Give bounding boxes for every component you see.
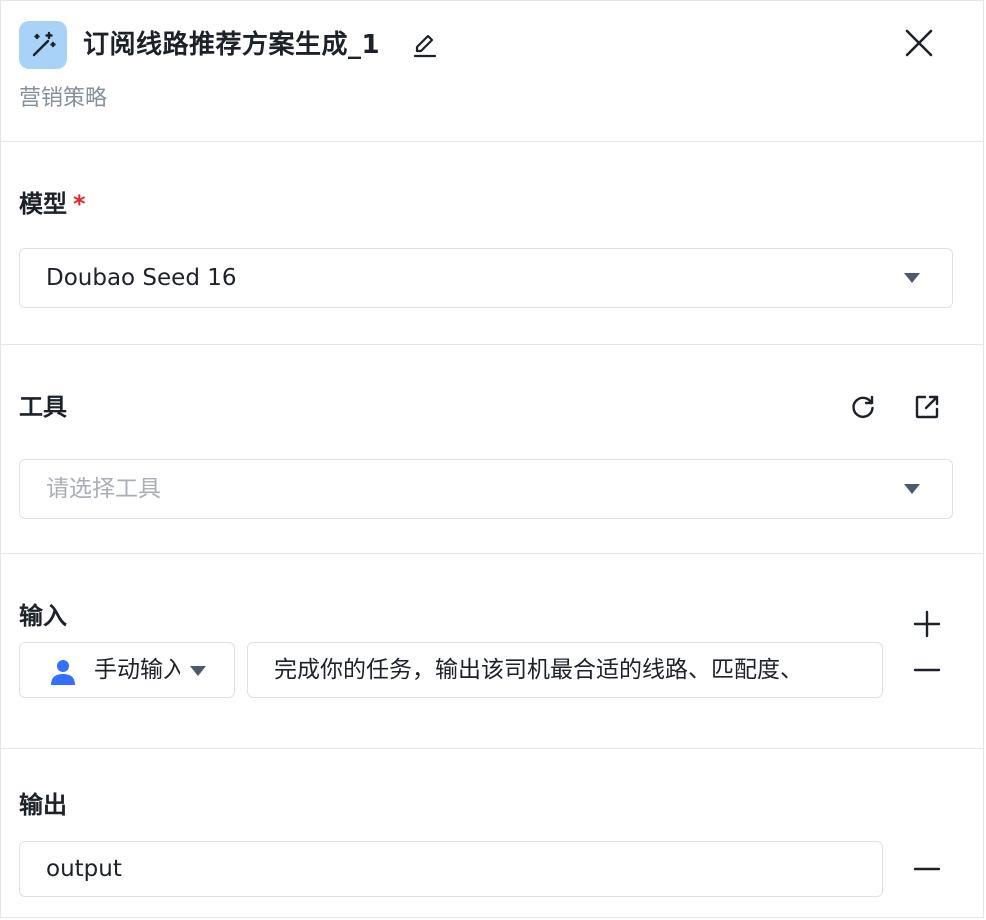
tools-section: 工具 请选择工具 <box>1 345 983 554</box>
tools-select[interactable]: 请选择工具 <box>19 459 953 519</box>
close-icon[interactable] <box>899 23 939 63</box>
input-label: 输入 <box>19 602 67 630</box>
model-label-text: 模型 <box>19 190 67 218</box>
required-mark: * <box>73 190 86 218</box>
remove-output-minus-icon[interactable] <box>911 853 943 885</box>
model-label: 模型 * <box>19 188 86 220</box>
caret-down-icon <box>904 273 920 283</box>
add-input-plus-icon[interactable] <box>911 608 943 640</box>
node-subtitle: 营销策略 <box>19 86 108 111</box>
output-name-text: output <box>46 856 122 882</box>
node-title: 订阅线路推荐方案生成_1 <box>83 30 381 60</box>
person-icon <box>51 660 75 685</box>
pencil-icon[interactable] <box>411 31 439 59</box>
input-source-value: 手动输入 <box>94 657 180 683</box>
input-value-field[interactable]: 完成你的任务，输出该司机最合适的线路、匹配度、 <box>247 642 883 698</box>
input-value-text: 完成你的任务，输出该司机最合适的线路、匹配度、 <box>274 657 803 683</box>
magic-wand-icon <box>19 21 67 69</box>
tools-select-placeholder: 请选择工具 <box>46 476 161 502</box>
input-source-select[interactable]: 手动输入 <box>19 642 235 698</box>
tools-label: 工具 <box>19 393 67 421</box>
node-config-panel: 订阅线路推荐方案生成_1 营销策略 模型* Doubao Seed 16 工具 <box>0 0 984 918</box>
output-label: 输出 <box>19 791 67 819</box>
model-section: 模型 * Doubao Seed 16 <box>1 142 983 345</box>
caret-down-icon <box>904 484 920 494</box>
model-select[interactable]: Doubao Seed 16 <box>19 248 953 308</box>
model-select-value: Doubao Seed 16 <box>46 265 237 291</box>
external-link-icon[interactable] <box>911 391 943 423</box>
input-section: 输入 手动输入 完成你的任务，输出该司机最合适的线路、匹配度、 <box>1 554 983 749</box>
output-name-field[interactable]: output <box>19 841 883 897</box>
remove-input-minus-icon[interactable] <box>911 654 943 686</box>
output-section: 输出 output <box>1 749 983 919</box>
panel-header: 订阅线路推荐方案生成_1 营销策略 <box>1 1 983 142</box>
caret-down-icon <box>190 666 206 676</box>
refresh-icon[interactable] <box>847 391 879 423</box>
